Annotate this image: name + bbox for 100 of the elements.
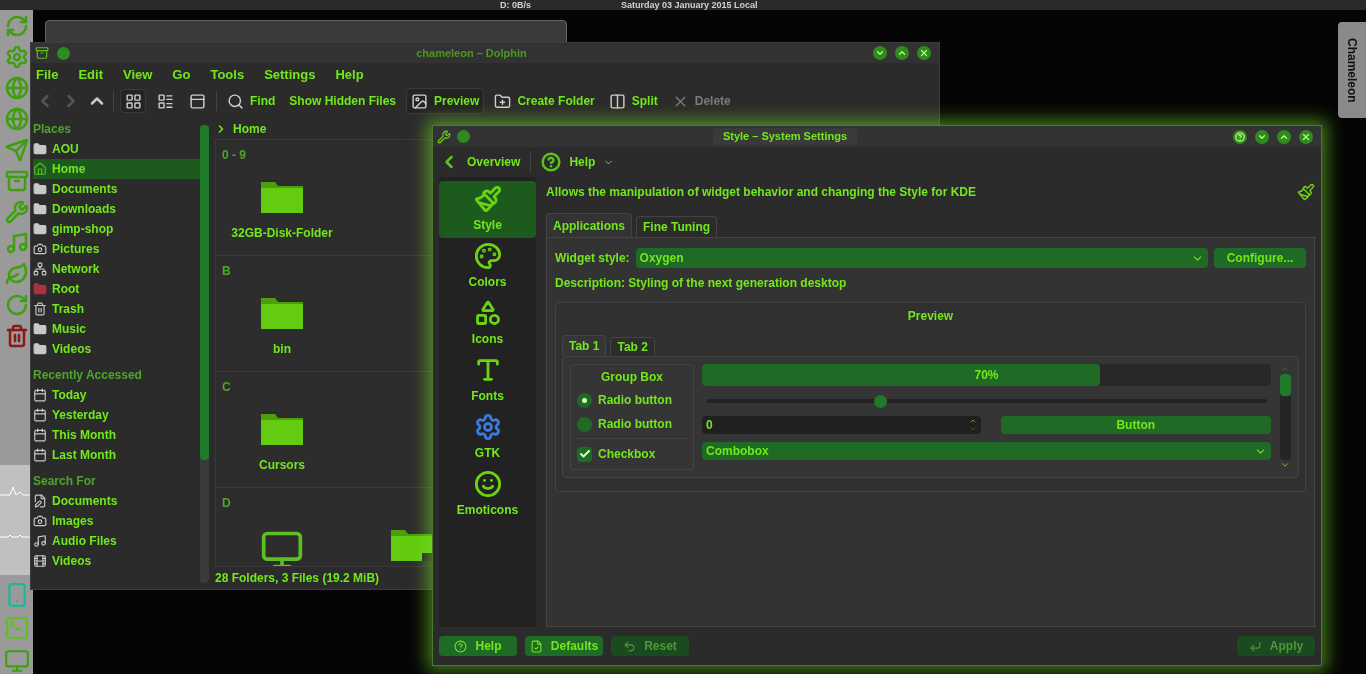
tab[interactable]: Fine Tuning bbox=[636, 216, 718, 237]
places-item[interactable]: Yesterday bbox=[33, 405, 200, 425]
leaf-icon[interactable] bbox=[4, 262, 29, 286]
tab[interactable]: Tab 2 bbox=[610, 337, 655, 356]
trash-icon[interactable] bbox=[4, 324, 29, 348]
radio-button[interactable] bbox=[577, 416, 592, 432]
scrollbar-thumb[interactable] bbox=[200, 125, 209, 460]
preview-button[interactable]: Button bbox=[1000, 416, 1271, 434]
image-icon bbox=[411, 92, 428, 110]
places-item[interactable]: Pictures bbox=[33, 239, 200, 259]
category-item[interactable]: Fonts bbox=[439, 352, 536, 409]
places-item[interactable]: Images bbox=[33, 511, 200, 531]
widget-style-dropdown[interactable]: Oxygen bbox=[635, 248, 1208, 268]
places-item[interactable]: Last Month bbox=[33, 445, 200, 465]
menu-item[interactable]: File bbox=[36, 65, 59, 85]
menu-item[interactable]: Go bbox=[172, 65, 191, 85]
tools-icon[interactable] bbox=[4, 200, 29, 224]
menu-item[interactable]: Help bbox=[335, 65, 364, 85]
help-button[interactable] bbox=[1233, 129, 1247, 144]
category-item[interactable]: Emoticons bbox=[439, 466, 536, 523]
minimize-button[interactable] bbox=[1255, 129, 1269, 144]
places-item[interactable]: Home bbox=[33, 159, 200, 179]
close-button[interactable] bbox=[917, 46, 931, 60]
folder-icon bbox=[260, 412, 304, 446]
terminal-icon[interactable] bbox=[3, 615, 30, 641]
side-tab[interactable]: Chameleon bbox=[1338, 22, 1366, 118]
overview-button[interactable]: Overview bbox=[439, 152, 521, 172]
places-item[interactable]: gimp-shop bbox=[33, 219, 200, 239]
places-item[interactable]: Downloads bbox=[33, 199, 200, 219]
category-item[interactable]: Icons bbox=[439, 295, 536, 352]
drawer-icon[interactable] bbox=[4, 169, 29, 193]
music-icon[interactable] bbox=[4, 231, 29, 255]
places-item[interactable]: Videos bbox=[33, 339, 200, 359]
film-icon bbox=[33, 554, 47, 568]
file-name[interactable]: 32GB-Disk-Folder bbox=[231, 224, 333, 242]
folder-icon bbox=[260, 296, 304, 330]
maximize-button[interactable] bbox=[895, 46, 909, 60]
preview-button[interactable]: Preview bbox=[406, 88, 485, 114]
maximize-button[interactable] bbox=[1277, 129, 1291, 144]
combobox[interactable]: Combobox bbox=[702, 442, 1271, 460]
help-button[interactable]: Help bbox=[541, 152, 615, 172]
slider[interactable] bbox=[706, 394, 1267, 408]
help-button[interactable]: Help bbox=[439, 636, 517, 656]
places-item[interactable]: Trash bbox=[33, 299, 200, 319]
places-item[interactable]: Root bbox=[33, 279, 200, 299]
tab[interactable]: Applications bbox=[546, 213, 632, 237]
places-item[interactable]: Audio Files bbox=[33, 531, 200, 551]
file-name[interactable]: bin bbox=[273, 340, 291, 358]
configure-button[interactable]: Configure... bbox=[1214, 248, 1306, 268]
places-item[interactable]: Today bbox=[33, 385, 200, 405]
show-hidden-files-button[interactable]: Show Hidden Files bbox=[285, 88, 400, 114]
close-button[interactable] bbox=[1299, 129, 1313, 144]
menu-item[interactable]: View bbox=[122, 65, 153, 85]
smiley-icon bbox=[473, 470, 502, 498]
places-item[interactable]: Documents bbox=[33, 179, 200, 199]
radio-button[interactable] bbox=[577, 392, 592, 408]
window-title: chameleon – Dolphin bbox=[415, 45, 528, 61]
places-item[interactable]: Music bbox=[33, 319, 200, 339]
menu-item[interactable]: Tools bbox=[210, 65, 245, 85]
scrollbar[interactable] bbox=[200, 125, 209, 583]
create-button[interactable]: Create Folder bbox=[490, 88, 599, 114]
scrollbar[interactable] bbox=[1279, 364, 1291, 470]
window-menu-button[interactable] bbox=[457, 130, 470, 143]
tab[interactable]: Tab 1 bbox=[562, 335, 607, 356]
minimize-button[interactable] bbox=[873, 46, 887, 60]
category-item[interactable]: Colors bbox=[439, 238, 536, 295]
checkbox[interactable] bbox=[577, 446, 592, 462]
brush-icon bbox=[1297, 183, 1315, 201]
find-button[interactable]: Find bbox=[223, 88, 280, 114]
category-item[interactable]: GTK bbox=[439, 409, 536, 466]
refresh-icon[interactable] bbox=[4, 14, 29, 38]
scrollbar-thumb[interactable] bbox=[1279, 374, 1291, 396]
places-item[interactable]: Documents bbox=[33, 491, 200, 511]
places-item[interactable]: AOU bbox=[33, 139, 200, 159]
split-button[interactable]: Split bbox=[604, 88, 662, 114]
rotate-icon[interactable] bbox=[4, 293, 29, 317]
places-item[interactable]: Network bbox=[33, 259, 200, 279]
file-name[interactable]: Cursors bbox=[259, 456, 305, 474]
icons-view-button[interactable] bbox=[120, 89, 146, 113]
category-item[interactable]: Style bbox=[439, 181, 536, 238]
gear-icon[interactable] bbox=[4, 45, 29, 69]
columns-icon bbox=[608, 92, 626, 110]
places-item[interactable]: This Month bbox=[33, 425, 200, 445]
globe-icon[interactable] bbox=[4, 107, 29, 131]
root-icon bbox=[33, 282, 47, 296]
section-heading: Search For bbox=[33, 473, 97, 490]
defaults-button[interactable]: Defaults bbox=[525, 636, 603, 656]
help-icon bbox=[1235, 131, 1245, 142]
slider-thumb[interactable] bbox=[873, 394, 887, 408]
folder-icon bbox=[33, 322, 47, 336]
menu-item[interactable]: Settings bbox=[264, 65, 316, 85]
places-item[interactable]: Videos bbox=[33, 551, 200, 571]
paper-plane-icon[interactable] bbox=[4, 138, 29, 162]
window-menu-button[interactable] bbox=[57, 46, 70, 60]
menu-item[interactable]: Edit bbox=[78, 65, 103, 85]
globe-icon[interactable] bbox=[4, 76, 29, 100]
monitor-icon[interactable] bbox=[3, 648, 30, 674]
spin-box[interactable]: 0 bbox=[702, 416, 981, 434]
breadcrumb[interactable]: Home bbox=[233, 120, 267, 138]
radio-label: Radio button bbox=[598, 416, 672, 433]
